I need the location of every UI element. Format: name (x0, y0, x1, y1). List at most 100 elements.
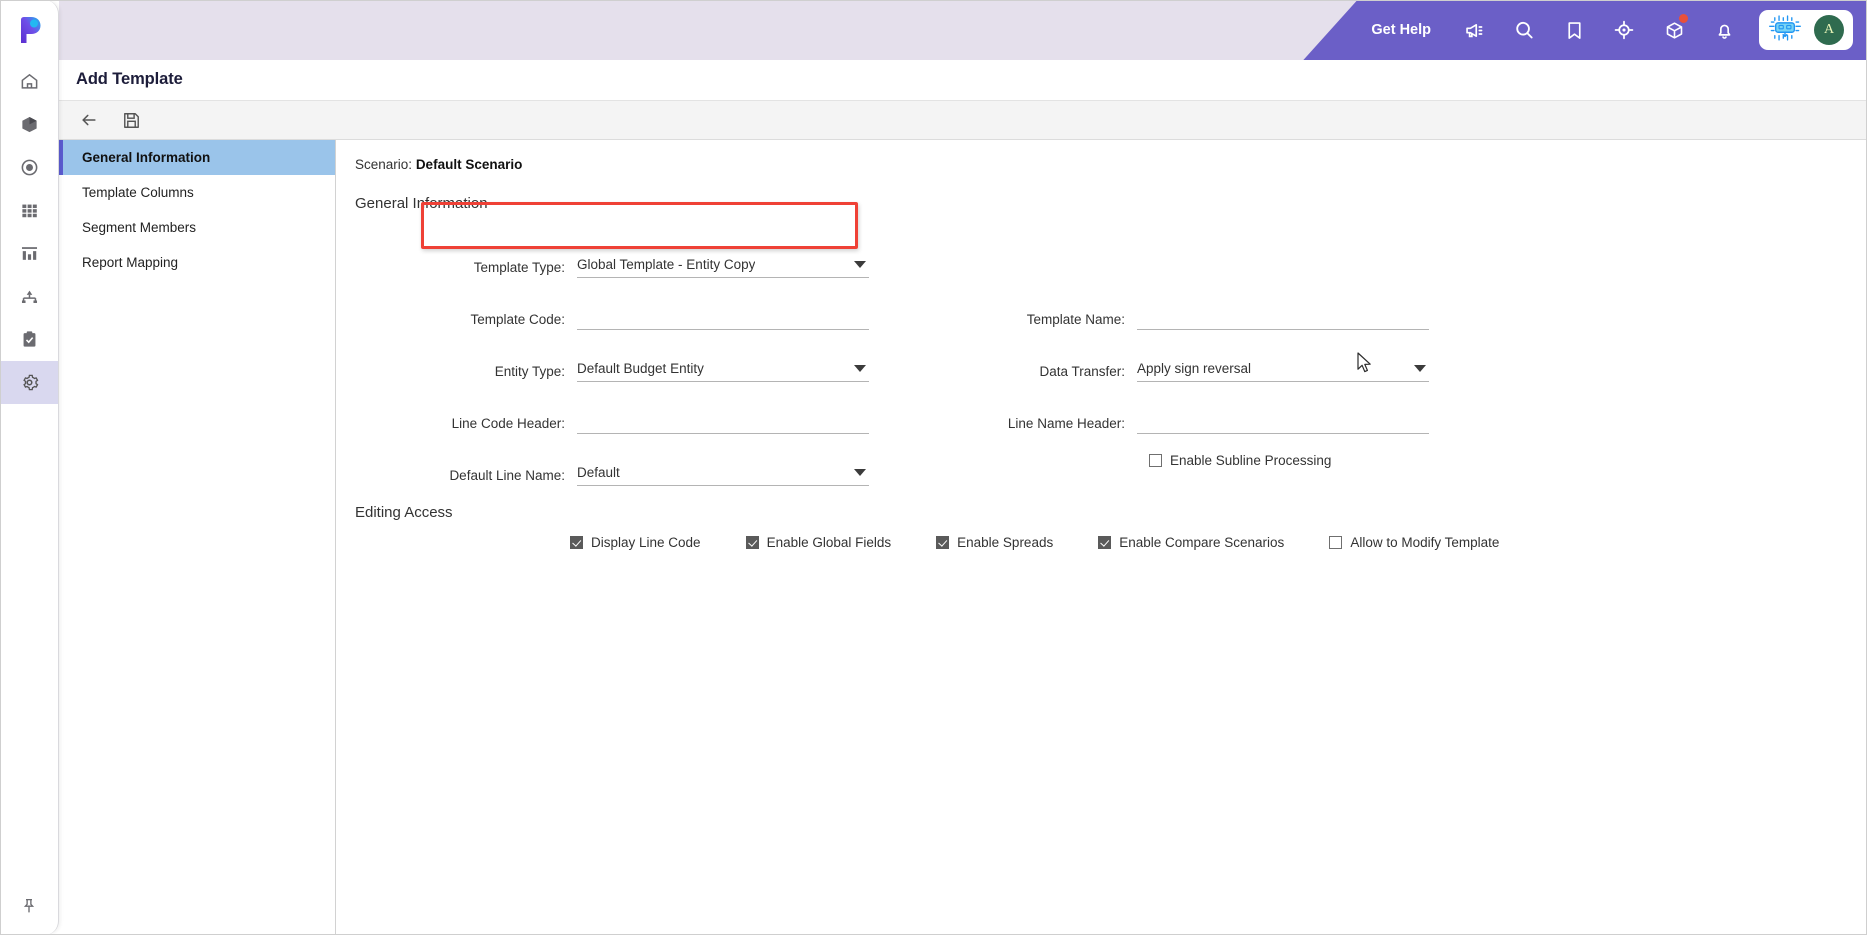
notifications-button[interactable] (1699, 0, 1749, 60)
grid-icon (21, 204, 37, 218)
pin-icon (23, 898, 35, 913)
scenario-value: Default Scenario (415, 157, 523, 172)
template-name-label: Template Name: (1026, 312, 1125, 327)
line-name-header-label: Line Name Header: (1007, 416, 1125, 431)
user-pill[interactable]: A (1759, 10, 1853, 50)
nav-item-report-mapping[interactable]: Report Mapping (59, 245, 335, 280)
home-icon (21, 73, 37, 89)
template-type-value: Global Template - Entity Copy (577, 256, 756, 272)
checkbox-box[interactable] (1149, 453, 1162, 467)
checkbox-box[interactable] (745, 536, 759, 549)
checkbox-box[interactable] (1098, 536, 1112, 549)
field-enable-subline-processing: Enable Subline Processing (915, 434, 1867, 486)
plana-logo-icon (21, 17, 41, 43)
header-purple-area: Get Help A (1357, 0, 1867, 60)
header-slant-decoration (1303, 0, 1358, 60)
sidebar-item-home[interactable] (0, 60, 58, 103)
template-type-select[interactable]: Global Template - Entity Copy (577, 253, 869, 278)
scenario-line: Scenario: Default Scenario (336, 157, 1867, 172)
field-line-name-header: Line Name Header: (915, 382, 1867, 434)
back-button[interactable] (71, 105, 107, 135)
hierarchy-icon (21, 290, 37, 303)
bell-icon (1718, 24, 1730, 39)
search-icon (1516, 21, 1533, 39)
chevron-down-icon (854, 260, 866, 268)
apps-button[interactable] (1649, 0, 1699, 60)
checkbox-label: Allow to Modify Template (1350, 535, 1500, 550)
template-type-label: Template Type: (473, 260, 565, 275)
chevron-down-icon (854, 468, 866, 476)
avatar[interactable]: A (1814, 15, 1844, 45)
default-line-name-value: Default (577, 464, 620, 480)
checkbox-box[interactable] (936, 536, 950, 549)
checkbox-label: Enable Global Fields (766, 535, 892, 550)
gear-icon (22, 374, 38, 391)
nav-item-general-information[interactable]: General Information (59, 140, 335, 175)
ai-chip-icon (1769, 14, 1801, 41)
chevron-down-icon (1414, 364, 1426, 372)
template-code-label: Template Code: (470, 312, 565, 327)
entity-type-label: Entity Type: (494, 364, 565, 379)
target-crosshair-icon (1614, 20, 1634, 40)
target-icon (21, 159, 37, 176)
field-data-transfer: Data Transfer: Apply sign reversal (915, 330, 1867, 382)
field-right-spacer (915, 226, 1867, 278)
checkbox-label: Enable Compare Scenarios (1119, 535, 1285, 550)
quick-action-button[interactable] (1599, 0, 1649, 60)
left-icon-rail (0, 0, 59, 935)
field-template-code: Template Code: (355, 278, 915, 330)
action-toolbar (59, 100, 1867, 140)
pin-sidebar-button[interactable] (0, 877, 58, 935)
sidebar-item-models[interactable] (0, 103, 58, 146)
arrow-left-icon (82, 114, 96, 126)
sidebar-item-settings[interactable] (0, 361, 58, 404)
sidebar-item-reports[interactable] (0, 232, 58, 275)
ai-assistant-button[interactable] (1768, 14, 1802, 47)
application-window: Get Help A Add Template General Informat… (0, 0, 1867, 935)
editing-access-row: Display Line Code Enable Global Fields E… (336, 535, 1867, 550)
template-code-input[interactable] (577, 305, 869, 330)
rail-item-list (0, 60, 58, 404)
checkbox-label: Enable Spreads (957, 535, 1054, 550)
entity-type-select[interactable]: Default Budget Entity (577, 357, 869, 382)
bar-chart-icon (21, 247, 37, 260)
sidebar-item-tasks[interactable] (0, 318, 58, 361)
default-line-name-select[interactable]: Default (577, 461, 869, 486)
announcement-button[interactable] (1449, 0, 1499, 60)
sidebar-item-grid[interactable] (0, 189, 58, 232)
line-code-header-input[interactable] (577, 409, 869, 434)
checkbox-enable-spreads[interactable]: Enable Spreads (936, 535, 1053, 550)
cube-icon (21, 116, 37, 133)
sidebar-item-hierarchy[interactable] (0, 275, 58, 318)
checkbox-display-line-code[interactable]: Display Line Code (570, 535, 701, 550)
chevron-down-icon (854, 364, 866, 372)
section-nav-panel: General Information Template Columns Seg… (59, 140, 336, 935)
bookmarks-button[interactable] (1549, 0, 1599, 60)
data-transfer-value: Apply sign reversal (1137, 360, 1252, 376)
checkbox-allow-to-modify-template[interactable]: Allow to Modify Template (1329, 535, 1499, 550)
line-name-header-input[interactable] (1137, 409, 1429, 434)
checkbox-label: Enable Subline Processing (1170, 452, 1332, 468)
checkbox-label: Display Line Code (591, 535, 701, 550)
clipboard-check-icon (23, 331, 35, 347)
scenario-label: Scenario: (355, 157, 413, 172)
save-button[interactable] (113, 105, 149, 135)
search-button[interactable] (1499, 0, 1549, 60)
nav-item-segment-members[interactable]: Segment Members (59, 210, 335, 245)
checkbox-box[interactable] (1329, 536, 1343, 549)
general-information-heading: General Information (355, 195, 488, 212)
get-help-button[interactable]: Get Help (1357, 22, 1449, 38)
nav-item-template-columns[interactable]: Template Columns (59, 175, 335, 210)
template-name-input[interactable] (1137, 305, 1429, 330)
sidebar-item-focus[interactable] (0, 146, 58, 189)
top-header-bar: Get Help A (59, 0, 1867, 60)
checkbox-enable-compare-scenarios[interactable]: Enable Compare Scenarios (1098, 535, 1284, 550)
checkbox-enable-global-fields[interactable]: Enable Global Fields (745, 535, 892, 550)
field-line-code-header: Line Code Header: (355, 382, 915, 434)
data-transfer-label: Data Transfer: (1039, 364, 1125, 379)
page-title: Add Template (76, 70, 183, 88)
checkbox-box[interactable] (570, 536, 583, 549)
checkbox-enable-subline-processing[interactable]: Enable Subline Processing (1149, 453, 1331, 468)
data-transfer-select[interactable]: Apply sign reversal (1137, 357, 1429, 382)
app-logo[interactable] (0, 0, 59, 60)
